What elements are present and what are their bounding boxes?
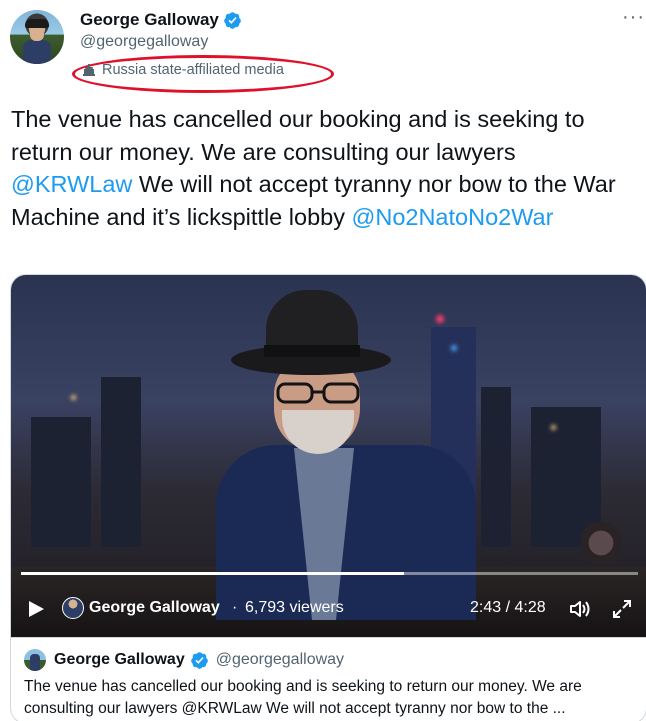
quoted-author-handle: @georgegalloway <box>215 651 345 668</box>
author-display-name[interactable]: George Galloway <box>80 10 219 30</box>
quoted-tweet-text: The venue has cancelled our booking and … <box>24 678 582 717</box>
viewer-count: 6,793 viewers <box>245 599 344 616</box>
tweet-text: The venue has cancelled our booking and … <box>11 106 616 230</box>
quoted-author-avatar <box>24 649 46 671</box>
author-name-row: George Galloway <box>80 10 242 30</box>
state-media-label-text: Russia state-affiliated media <box>102 62 284 78</box>
author-avatar[interactable] <box>10 10 64 64</box>
state-media-label[interactable]: Russia state-affiliated media <box>72 55 334 95</box>
microphone <box>581 520 621 566</box>
government-building-icon <box>83 64 95 76</box>
video-controls: George Galloway · 6,793 viewers 2:43 / 4… <box>11 593 646 623</box>
quoted-tweet-header: George Galloway @georgegalloway <box>24 649 344 671</box>
presenter-figure <box>216 290 476 620</box>
video-progress-fill <box>21 572 404 575</box>
quoted-tweet[interactable]: George Galloway @georgegalloway The venu… <box>11 637 646 721</box>
verified-badge-icon <box>190 651 208 669</box>
tweet-header: George Galloway @georgegalloway ··· Russ… <box>0 0 646 95</box>
quoted-author-name: George Galloway <box>54 651 185 668</box>
video-player[interactable]: George Galloway · 6,793 viewers 2:43 / 4… <box>11 275 646 637</box>
author-handle[interactable]: @georgegalloway <box>80 33 208 51</box>
more-options-icon[interactable]: ··· <box>622 6 645 29</box>
video-progress-bar[interactable] <box>21 572 638 575</box>
channel-name[interactable]: George Galloway <box>89 599 220 617</box>
volume-icon[interactable] <box>569 599 591 619</box>
separator-dot: · <box>232 599 238 616</box>
verified-badge-icon <box>224 11 241 29</box>
video-time: 2:43 / 4:28 <box>470 599 546 616</box>
mention-link[interactable]: @KRWLaw <box>11 171 132 197</box>
mention-link[interactable]: @No2NatoNo2War <box>352 204 554 230</box>
play-icon[interactable] <box>27 600 45 618</box>
channel-avatar[interactable] <box>62 597 84 619</box>
fullscreen-icon[interactable] <box>612 599 632 619</box>
media-card[interactable]: George Galloway · 6,793 viewers 2:43 / 4… <box>10 274 646 721</box>
